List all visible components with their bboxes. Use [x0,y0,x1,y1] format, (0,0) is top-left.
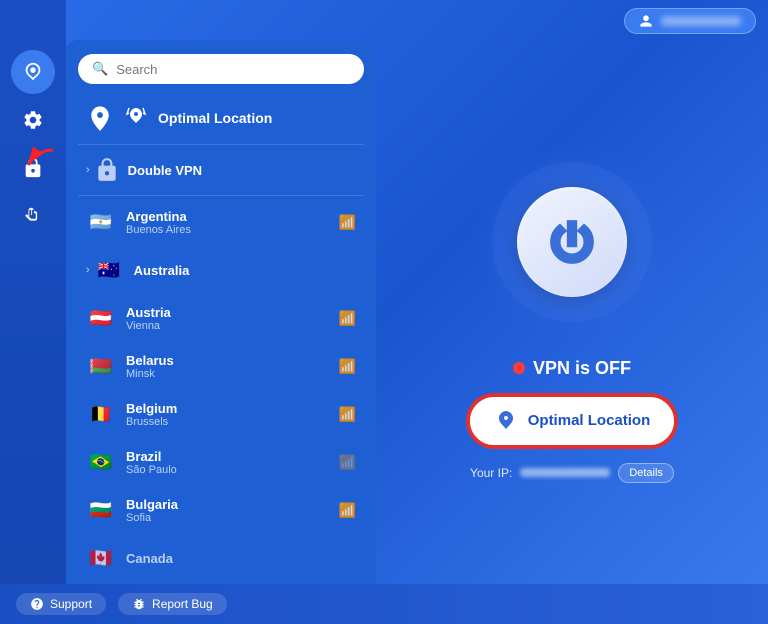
country-name-belgium: Belgium [126,401,339,416]
list-item-brazil[interactable]: 🇧🇷 Brazil São Paulo 📶 [78,438,364,486]
signal-brazil: 📶 [339,454,356,471]
username-display [661,16,741,26]
country-info-australia: Australia [134,263,356,278]
ip-value [520,468,610,477]
location-list: Optimal Location › Double VPN 🇦🇷 Argenti… [78,94,364,624]
user-icon [639,14,653,28]
signal-belgium: 📶 [339,406,356,423]
report-bug-button[interactable]: Report Bug [118,593,227,615]
sidebar-item-settings[interactable] [11,98,55,142]
flag-austria: 🇦🇹 [86,303,116,333]
country-name-canada: Canada [126,551,356,566]
country-info-belgium: Belgium Brussels [126,401,339,428]
report-bug-label: Report Bug [152,597,213,611]
bug-icon [132,597,146,611]
ip-row: Your IP: Details [470,463,674,483]
sidebar-item-locations[interactable] [11,50,55,94]
optimal-location-label: Optimal Location [158,110,272,126]
rocket-nav-icon [124,106,148,130]
country-name-belarus: Belarus [126,353,339,368]
flag-canada: 🇨🇦 [86,543,116,573]
rocket-icon [22,61,44,83]
sidebar [0,0,66,624]
support-button[interactable]: Support [16,593,106,615]
city-argentina: Buenos Aires [126,224,339,236]
optimal-location-button[interactable]: Optimal Location [468,395,677,447]
country-info-canada: Canada [126,551,356,566]
signal-austria: 📶 [339,310,356,327]
list-item-canada[interactable]: 🇨🇦 Canada [78,534,364,582]
list-item-argentina[interactable]: 🇦🇷 Argentina Buenos Aires 📶 [78,198,364,246]
sidebar-item-shield[interactable] [11,194,55,238]
country-info-argentina: Argentina Buenos Aires [126,209,339,236]
country-name-bulgaria: Bulgaria [126,497,339,512]
flag-belarus: 🇧🇾 [86,351,116,381]
list-item-austria[interactable]: 🇦🇹 Austria Vienna 📶 [78,294,364,342]
city-bulgaria: Sofia [126,512,339,524]
city-belgium: Brussels [126,416,339,428]
status-dot-off [513,362,525,374]
search-input[interactable] [116,62,350,77]
list-item-australia[interactable]: › 🇦🇺 Australia [78,246,364,294]
country-name-argentina: Argentina [126,209,339,224]
country-name-australia: Australia [134,263,356,278]
details-button[interactable]: Details [618,463,674,483]
signal-belarus: 📶 [339,358,356,375]
list-item-belarus[interactable]: 🇧🇾 Belarus Minsk 📶 [78,342,364,390]
optimal-location-item[interactable]: Optimal Location [78,94,364,142]
flag-argentina: 🇦🇷 [86,207,116,237]
optimal-btn-label: Optimal Location [528,412,651,429]
list-item-bulgaria[interactable]: 🇧🇬 Bulgaria Sofia 📶 [78,486,364,534]
double-vpn-item[interactable]: › Double VPN [78,147,364,193]
divider-2 [78,195,364,196]
locations-panel: 🔍 Optimal Location › Double VPN [66,40,376,624]
country-info-austria: Austria Vienna [126,305,339,332]
country-info-bulgaria: Bulgaria Sofia [126,497,339,524]
divider-1 [78,144,364,145]
search-box[interactable]: 🔍 [78,54,364,84]
vpn-status: VPN is OFF [513,358,631,379]
signal-bulgaria: 📶 [339,502,356,519]
bottom-bar: Support Report Bug [0,584,768,624]
red-arrow-indicator [18,145,58,180]
country-info-belarus: Belarus Minsk [126,353,339,380]
support-icon [30,597,44,611]
support-label: Support [50,597,92,611]
rocket-icon-list [86,104,114,132]
city-brazil: São Paulo [126,464,339,476]
search-icon: 🔍 [92,61,108,77]
flag-belgium: 🇧🇪 [86,399,116,429]
country-name-austria: Austria [126,305,339,320]
city-austria: Vienna [126,320,339,332]
power-button-area [472,142,672,342]
user-account-button[interactable] [624,8,756,34]
signal-argentina: 📶 [339,214,356,231]
power-button[interactable] [517,187,627,297]
hand-icon [22,205,44,227]
ip-label: Your IP: [470,466,512,480]
rocket-icon-btn [494,409,518,433]
power-mid-ring [492,162,652,322]
flag-australia: 🇦🇺 [94,255,124,285]
expand-arrow-australia: › [86,264,90,276]
vpn-panel: VPN is OFF Optimal Location Your IP: Det… [376,40,768,584]
gear-icon [22,109,44,131]
country-name-brazil: Brazil [126,449,339,464]
lock-icon-doublevpn [94,157,120,183]
power-icon [547,217,597,267]
list-item-belgium[interactable]: 🇧🇪 Belgium Brussels 📶 [78,390,364,438]
expand-arrow-doublevpn: › [86,164,90,176]
city-belarus: Minsk [126,368,339,380]
country-info-brazil: Brazil São Paulo [126,449,339,476]
vpn-status-label: VPN is OFF [533,358,631,379]
flag-brazil: 🇧🇷 [86,447,116,477]
flag-bulgaria: 🇧🇬 [86,495,116,525]
double-vpn-label: Double VPN [128,163,202,178]
